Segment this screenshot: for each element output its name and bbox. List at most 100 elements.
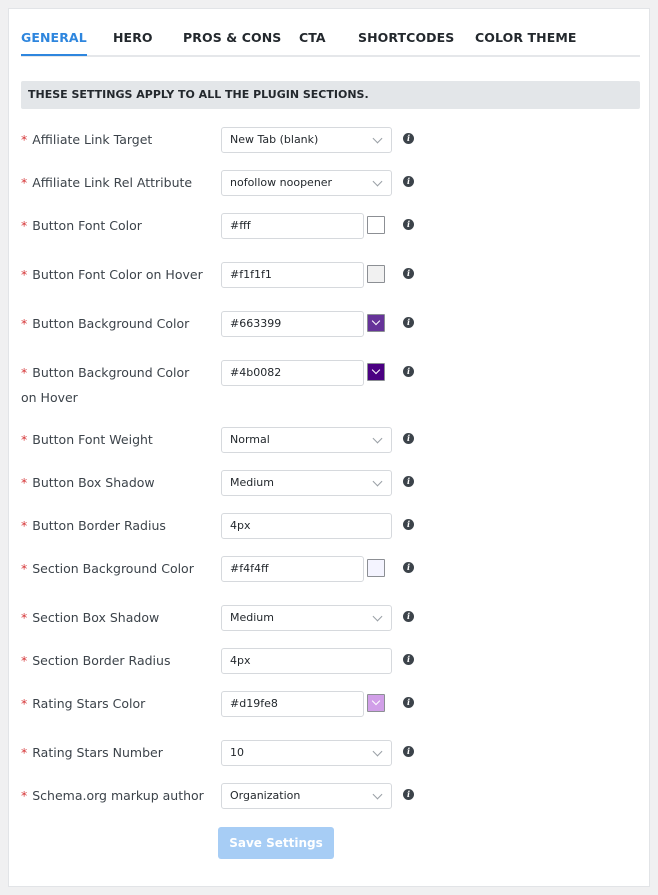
setting-label: * Section Border Radius — [21, 648, 206, 673]
chevron-down-icon — [372, 789, 383, 800]
field-value: #d19fe8 — [230, 697, 278, 710]
required-marker: * — [21, 175, 28, 190]
info-icon[interactable]: i — [403, 611, 414, 622]
tab-hero[interactable]: HERO — [113, 30, 153, 45]
color-swatch[interactable] — [367, 559, 385, 577]
required-marker: * — [21, 696, 28, 711]
setting-label-text: Section Background Color — [32, 561, 194, 576]
field-value: 4px — [230, 654, 251, 667]
required-marker: * — [21, 745, 28, 760]
required-marker: * — [21, 132, 28, 147]
settings-panel: GENERAL HERO PROS & CONS CTA SHORTCODES … — [8, 8, 650, 887]
field-value: Normal — [230, 433, 270, 446]
field-value: nofollow noopener — [230, 176, 333, 189]
setting-label: * Button Background Color — [21, 311, 206, 336]
setting-label-text: Button Font Color on Hover — [32, 267, 203, 282]
rating-stars-number-select[interactable]: 10 — [221, 740, 392, 766]
info-icon[interactable]: i — [403, 176, 414, 187]
color-swatch[interactable] — [367, 216, 385, 234]
info-icon[interactable]: i — [403, 219, 414, 230]
button-background-color-input[interactable]: #663399 — [221, 311, 364, 337]
section-border-radius-input[interactable]: 4px — [221, 648, 392, 674]
tab-shortcodes[interactable]: SHORTCODES — [358, 30, 454, 45]
required-marker: * — [21, 518, 28, 533]
setting-label: * Button Font Weight — [21, 427, 206, 452]
setting-label-text: Affiliate Link Target — [32, 132, 153, 147]
color-swatch[interactable] — [367, 265, 385, 283]
setting-label-text: Rating Stars Number — [32, 745, 163, 760]
info-icon[interactable]: i — [403, 133, 414, 144]
field-value: Medium — [230, 476, 274, 489]
chevron-down-icon — [371, 316, 381, 326]
setting-label-text: Button Background Color — [32, 316, 190, 331]
required-marker: * — [21, 610, 28, 625]
required-marker: * — [21, 218, 28, 233]
info-icon[interactable]: i — [403, 654, 414, 665]
info-icon[interactable]: i — [403, 433, 414, 444]
rating-stars-color-input[interactable]: #d19fe8 — [221, 691, 364, 717]
required-marker: * — [21, 653, 28, 668]
info-icon[interactable]: i — [403, 746, 414, 757]
setting-label: * Section Box Shadow — [21, 605, 206, 630]
color-swatch[interactable] — [367, 314, 385, 332]
section-box-shadow-select[interactable]: Medium — [221, 605, 392, 631]
section-background-color-input[interactable]: #f4f4ff — [221, 556, 364, 582]
required-marker: * — [21, 788, 28, 803]
setting-label-text: Section Border Radius — [32, 653, 171, 668]
setting-label-text: Button Font Weight — [32, 432, 153, 447]
color-swatch[interactable] — [367, 694, 385, 712]
chevron-down-icon — [372, 746, 383, 757]
required-marker: * — [21, 267, 28, 282]
setting-label: * Button Font Color — [21, 213, 206, 238]
setting-label: * Button Box Shadow — [21, 470, 206, 495]
button-font-weight-select[interactable]: Normal — [221, 427, 392, 453]
info-icon[interactable]: i — [403, 789, 414, 800]
field-value: New Tab (blank) — [230, 133, 319, 146]
button-font-color-on-hover-input[interactable]: #f1f1f1 — [221, 262, 364, 288]
button-border-radius-input[interactable]: 4px — [221, 513, 392, 539]
field-value: Medium — [230, 611, 274, 624]
schema-org-markup-author-select[interactable]: Organization — [221, 783, 392, 809]
info-icon[interactable]: i — [403, 562, 414, 573]
info-icon[interactable]: i — [403, 697, 414, 708]
setting-label-text: Button Background Color on Hover — [21, 365, 190, 405]
tab-color-theme[interactable]: COLOR THEME — [475, 30, 577, 45]
setting-label-text: Button Font Color — [32, 218, 142, 233]
tab-pros-cons[interactable]: PROS & CONS — [183, 30, 281, 45]
info-icon[interactable]: i — [403, 366, 414, 377]
affiliate-link-rel-attribute-select[interactable]: nofollow noopener — [221, 170, 392, 196]
info-icon[interactable]: i — [403, 317, 414, 328]
tab-general[interactable]: GENERAL — [21, 30, 87, 56]
chevron-down-icon — [371, 365, 381, 375]
chevron-down-icon — [372, 433, 383, 444]
tab-cta[interactable]: CTA — [299, 30, 326, 45]
setting-label-text: Section Box Shadow — [32, 610, 160, 625]
info-icon[interactable]: i — [403, 519, 414, 530]
info-icon[interactable]: i — [403, 268, 414, 279]
required-marker: * — [21, 561, 28, 576]
setting-label: * Section Background Color — [21, 556, 206, 581]
info-icon[interactable]: i — [403, 476, 414, 487]
affiliate-link-target-select[interactable]: New Tab (blank) — [221, 127, 392, 153]
setting-label: * Affiliate Link Rel Attribute — [21, 170, 206, 195]
tab-bar: GENERAL HERO PROS & CONS CTA SHORTCODES … — [21, 9, 640, 57]
required-marker: * — [21, 432, 28, 447]
button-box-shadow-select[interactable]: Medium — [221, 470, 392, 496]
setting-label-text: Schema.org markup author — [32, 788, 204, 803]
field-value: #f4f4ff — [230, 562, 269, 575]
color-swatch[interactable] — [367, 363, 385, 381]
required-marker: * — [21, 475, 28, 490]
required-marker: * — [21, 365, 28, 380]
button-font-color-input[interactable]: #fff — [221, 213, 364, 239]
settings-notice: THESE SETTINGS APPLY TO ALL THE PLUGIN S… — [21, 81, 640, 109]
setting-label-text: Button Border Radius — [32, 518, 166, 533]
required-marker: * — [21, 316, 28, 331]
setting-label: * Button Border Radius — [21, 513, 206, 538]
save-settings-button[interactable]: Save Settings — [218, 827, 334, 859]
setting-label: * Rating Stars Number — [21, 740, 206, 765]
field-value: #663399 — [230, 317, 282, 330]
field-value: #fff — [230, 219, 251, 232]
chevron-down-icon — [372, 133, 383, 144]
button-background-color-on-hover-input[interactable]: #4b0082 — [221, 360, 364, 386]
setting-label: * Button Font Color on Hover — [21, 262, 206, 287]
